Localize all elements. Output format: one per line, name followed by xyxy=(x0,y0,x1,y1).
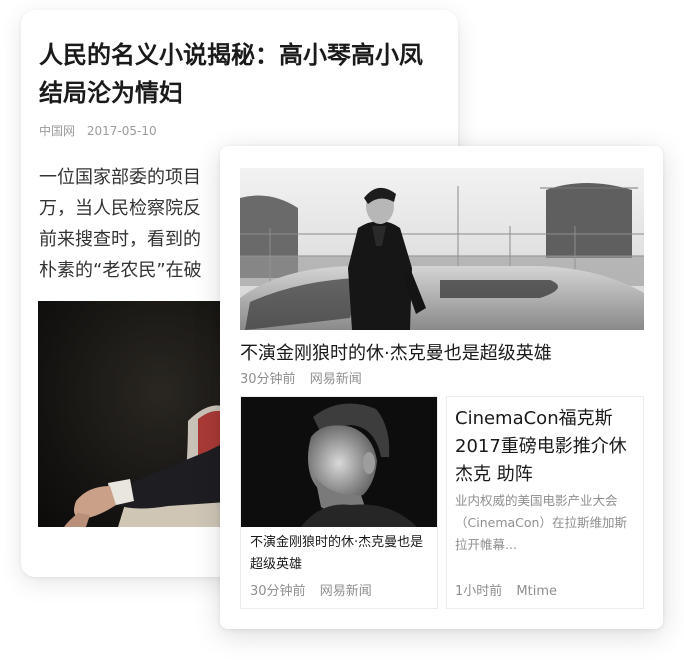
news-item-meta: 1小时前 Mtime xyxy=(455,580,567,599)
news-item-meta: 30分钟前 网易新闻 xyxy=(250,580,382,599)
hero-title[interactable]: 不演金刚狼时的休·杰克曼也是超级英雄 xyxy=(240,339,552,365)
news-item-time: 30分钟前 xyxy=(250,584,306,599)
news-item-title[interactable]: 不演金刚狼时的休·杰克曼也是超级英雄 xyxy=(250,532,432,576)
article-meta: 中国网 2017-05-10 xyxy=(39,122,165,139)
article-date: 2017-05-10 xyxy=(86,124,157,138)
article-body-line: 万，当人民检察院反 xyxy=(39,198,201,219)
hero-photo xyxy=(240,168,644,330)
news-item-time: 1小时前 xyxy=(455,584,503,599)
hero-time: 30分钟前 xyxy=(240,372,296,387)
news-item-source: Mtime xyxy=(516,584,558,599)
news-item-summary: 业内权威的美国电影产业大会（CinemaCon）在拉斯维加斯拉开帷幕... xyxy=(455,493,627,552)
article-body-line: 一位国家部委的项目 xyxy=(39,167,201,188)
article-body-line: 朴素的“老农民”在破 xyxy=(39,260,202,281)
article-source: 中国网 xyxy=(39,124,76,138)
news-item-source: 网易新闻 xyxy=(319,584,372,599)
portrait-photo xyxy=(241,397,437,527)
hero-image[interactable] xyxy=(240,168,644,330)
news-item-title[interactable]: CinemaCon福克斯2017重磅电影推介休杰克 助阵 xyxy=(455,405,639,489)
article-body: 一位国家部委的项目 万，当人民检察院反 前来搜查时，看到的 朴素的“老农民”在破 xyxy=(39,162,229,286)
news-item-image xyxy=(241,397,437,527)
seated-man-photo xyxy=(64,405,242,527)
article-body-line: 前来搜查时，看到的 xyxy=(39,229,201,250)
article-image xyxy=(38,301,242,527)
hero-meta: 30分钟前 网易新闻 xyxy=(240,368,372,387)
front-news-card: 不演金刚狼时的休·杰克曼也是超级英雄 30分钟前 网易新闻 不演金刚狼时的休·杰… xyxy=(220,146,663,629)
article-title[interactable]: 人民的名义小说揭秘：高小琴高小凤结局沦为情妇 xyxy=(39,36,444,112)
news-item-card[interactable]: CinemaCon福克斯2017重磅电影推介休杰克 助阵 业内权威的美国电影产业… xyxy=(446,396,644,609)
news-item-card[interactable]: 不演金刚狼时的休·杰克曼也是超级英雄 30分钟前 网易新闻 xyxy=(240,396,438,609)
hero-source: 网易新闻 xyxy=(309,372,362,387)
